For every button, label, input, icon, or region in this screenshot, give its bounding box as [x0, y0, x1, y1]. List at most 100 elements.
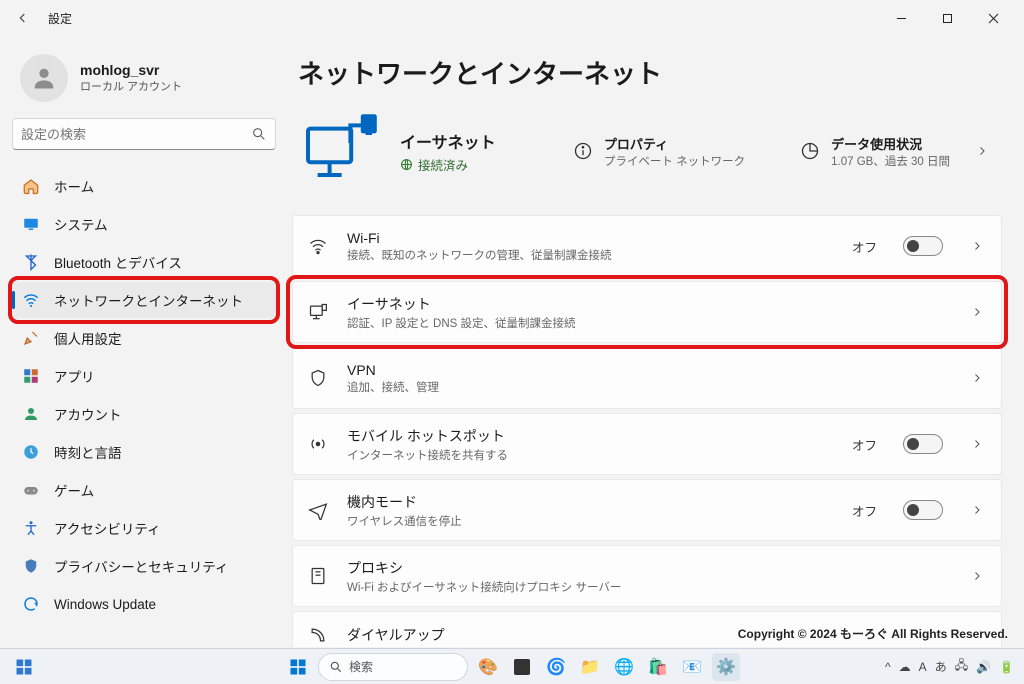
- card-desc: 追加、接続、管理: [347, 379, 943, 395]
- account-header[interactable]: mohlog_svr ローカル アカウント: [12, 48, 276, 118]
- card-vpn[interactable]: VPN追加、接続、管理: [292, 347, 1002, 409]
- sidebar-item-gaming[interactable]: ゲーム: [12, 472, 276, 508]
- copyright-text: Copyright © 2024 もーろぐ All Rights Reserve…: [738, 625, 1008, 642]
- toggle-state: オフ: [852, 237, 877, 256]
- titlebar: 設定: [0, 0, 1024, 36]
- sidebar-item-personalize[interactable]: 個人用設定: [12, 320, 276, 356]
- sidebar-item-label: プライバシーとセキュリティ: [54, 556, 228, 576]
- sidebar-item-privacy[interactable]: プライバシーとセキュリティ: [12, 548, 276, 584]
- toggle-state: オフ: [852, 501, 877, 520]
- connection-status: 接続済み: [400, 155, 496, 174]
- card-title: モバイル ホットスポット: [347, 426, 834, 446]
- taskbar-widgets-button[interactable]: [10, 653, 38, 681]
- chevron-right-icon: [967, 236, 987, 256]
- card-ethernet[interactable]: イーサネット認証、IP 設定と DNS 設定、従量制課金接続: [292, 281, 1002, 343]
- tray-chevron-icon[interactable]: ^: [885, 660, 891, 674]
- gaming-icon: [22, 481, 40, 499]
- card-hotspot[interactable]: モバイル ホットスポットインターネット接続を共有する オフ: [292, 413, 1002, 475]
- sidebar-item-label: アカウント: [54, 404, 122, 424]
- airplane-icon: [307, 499, 329, 521]
- taskbar-copilot[interactable]: 🌀: [542, 653, 570, 681]
- taskbar-outlook[interactable]: 📧: [678, 653, 706, 681]
- window-close-button[interactable]: [970, 3, 1016, 33]
- chevron-right-icon: [967, 368, 987, 388]
- taskbar-settings[interactable]: ⚙️: [712, 653, 740, 681]
- taskbar-edge[interactable]: 🌐: [610, 653, 638, 681]
- bluetooth-icon: [22, 253, 40, 271]
- chevron-right-icon: [967, 566, 987, 586]
- settings-cards: Wi-Fi接続、既知のネットワークの管理、従量制課金接続 オフ イーサネット認証…: [292, 215, 1002, 647]
- sidebar-item-accessibility[interactable]: アクセシビリティ: [12, 510, 276, 546]
- taskbar-app-1[interactable]: 🎨: [474, 653, 502, 681]
- sidebar-item-account[interactable]: アカウント: [12, 396, 276, 432]
- chevron-right-icon: [967, 302, 987, 322]
- tray-network-icon[interactable]: 🖧: [955, 656, 968, 677]
- account-subtitle: ローカル アカウント: [80, 78, 182, 94]
- chevron-right-icon: [967, 434, 987, 454]
- time-icon: [22, 443, 40, 461]
- sidebar-item-label: ホーム: [54, 176, 94, 196]
- tray-onedrive-icon[interactable]: ☁: [899, 660, 911, 674]
- connection-title: イーサネット: [400, 129, 496, 153]
- card-title: プロキシ: [347, 558, 943, 578]
- sidebar-item-label: Windows Update: [54, 597, 156, 612]
- card-title: イーサネット: [347, 294, 943, 314]
- hero-data-usage[interactable]: データ使用状況 1.07 GB、過去 30 日間: [799, 134, 950, 169]
- card-desc: ワイヤレス通信を停止: [347, 513, 834, 529]
- search-input-container[interactable]: [12, 118, 276, 150]
- back-button[interactable]: [8, 3, 38, 33]
- info-icon: [572, 140, 594, 162]
- toggle-state: オフ: [852, 435, 877, 454]
- wifi-icon: [307, 235, 329, 257]
- sidebar-item-label: Bluetooth とデバイス: [54, 252, 182, 272]
- tray-ime-mode-icon[interactable]: あ: [935, 658, 947, 675]
- search-icon: [251, 126, 267, 142]
- sidebar-item-label: 個人用設定: [54, 328, 122, 348]
- accessibility-icon: [22, 519, 40, 537]
- account-icon: [22, 405, 40, 423]
- taskbar: 検索 🎨 🌀 📁 🌐 🛍️ 📧 ⚙️ ^ ☁ A あ 🖧 🔊 🔋: [0, 648, 1024, 684]
- sidebar-item-home[interactable]: ホーム: [12, 168, 276, 204]
- sidebar: mohlog_svr ローカル アカウント ホームシステム Bluetooth と…: [0, 36, 288, 648]
- toggle-switch[interactable]: [903, 434, 943, 454]
- start-button[interactable]: [284, 653, 312, 681]
- ethernet-monitor-icon: [298, 111, 382, 191]
- hero-connection[interactable]: イーサネット 接続済み: [400, 129, 496, 174]
- taskbar-store[interactable]: 🛍️: [644, 653, 672, 681]
- main-content: ネットワークとインターネット イーサネット 接続済み: [288, 36, 1024, 648]
- card-title: 機内モード: [347, 492, 834, 512]
- toggle-switch[interactable]: [903, 236, 943, 256]
- tray-volume-icon[interactable]: 🔊: [976, 660, 991, 674]
- home-icon: [22, 177, 40, 195]
- sidebar-item-bluetooth[interactable]: Bluetooth とデバイス: [12, 244, 276, 280]
- app-title: 設定: [48, 10, 72, 27]
- window-maximize-button[interactable]: [924, 3, 970, 33]
- taskbar-app-2[interactable]: [508, 653, 536, 681]
- sidebar-item-time[interactable]: 時刻と言語: [12, 434, 276, 470]
- hero-status-row: イーサネット 接続済み プロパティ プライベート ネットワーク データ使用状況 …: [292, 107, 1002, 209]
- sidebar-item-update[interactable]: Windows Update: [12, 586, 276, 622]
- hero-properties[interactable]: プロパティ プライベート ネットワーク: [572, 134, 745, 169]
- sidebar-item-network[interactable]: ネットワークとインターネット: [12, 282, 276, 318]
- hero-chevron[interactable]: [968, 137, 996, 165]
- window-minimize-button[interactable]: [878, 3, 924, 33]
- hotspot-icon: [307, 433, 329, 455]
- card-wifi[interactable]: Wi-Fi接続、既知のネットワークの管理、従量制課金接続 オフ: [292, 215, 1002, 277]
- card-airplane[interactable]: 機内モードワイヤレス通信を停止 オフ: [292, 479, 1002, 541]
- nav-list: ホームシステム Bluetooth とデバイスネットワークとインターネット個人用設…: [12, 168, 276, 622]
- tray-ime-a-icon[interactable]: A: [919, 660, 927, 674]
- card-proxy[interactable]: プロキシWi-Fi およびイーサネット接続向けプロキシ サーバー: [292, 545, 1002, 607]
- taskbar-search[interactable]: 検索: [318, 653, 468, 681]
- data-usage-icon: [799, 140, 821, 162]
- sidebar-item-system[interactable]: システム: [12, 206, 276, 242]
- chevron-right-icon: [967, 500, 987, 520]
- page-title: ネットワークとインターネット: [298, 54, 1002, 91]
- sidebar-item-apps[interactable]: アプリ: [12, 358, 276, 394]
- toggle-switch[interactable]: [903, 500, 943, 520]
- taskbar-explorer[interactable]: 📁: [576, 653, 604, 681]
- vpn-icon: [307, 367, 329, 389]
- tray-battery-icon[interactable]: 🔋: [999, 660, 1014, 674]
- sidebar-item-label: ネットワークとインターネット: [54, 290, 243, 310]
- sidebar-item-label: アクセシビリティ: [54, 518, 161, 538]
- search-input[interactable]: [21, 127, 251, 142]
